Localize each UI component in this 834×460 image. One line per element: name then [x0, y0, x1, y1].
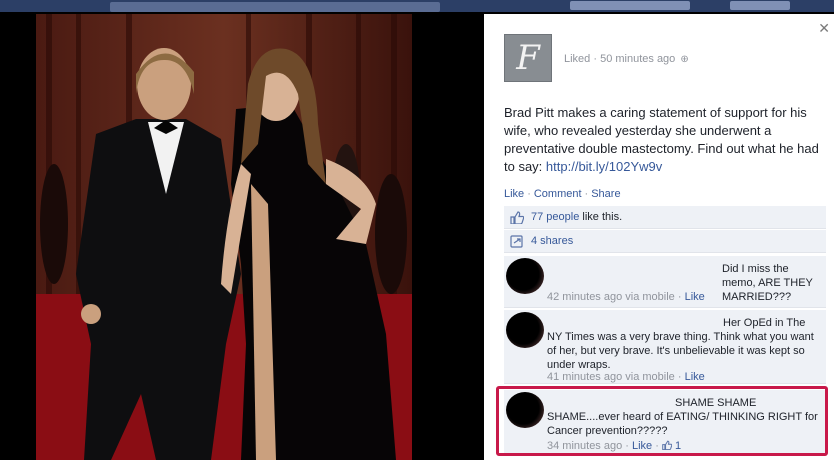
avatar[interactable]: [506, 312, 544, 348]
separator: ·: [527, 188, 531, 200]
liked-label: Liked: [564, 53, 591, 65]
shares-count-link[interactable]: 4 shares: [531, 235, 573, 247]
comment-item: Her OpEd in The NY Times was a very brav…: [504, 310, 826, 384]
likes-row: 77 people like this.: [504, 206, 826, 229]
find-friends-link[interactable]: [730, 1, 790, 10]
comment-time[interactable]: 41 minutes ago via mobile: [547, 371, 675, 383]
like-link[interactable]: Like: [504, 188, 524, 200]
avatar[interactable]: [506, 392, 544, 428]
photo-viewer: ✕ F Liked · 50 minutes ago ⊕ Brad Pitt m…: [0, 0, 834, 460]
share-icon: [510, 235, 523, 248]
comment-time[interactable]: 42 minutes ago via mobile: [547, 291, 675, 303]
shares-row: 4 shares: [504, 230, 826, 253]
comment-meta: 42 minutes ago via mobile · Like: [547, 291, 705, 303]
photo-illustration: [36, 14, 412, 460]
post-text: Brad Pitt makes a caring statement of su…: [504, 104, 830, 176]
thumbs-up-icon: [510, 211, 524, 224]
close-icon[interactable]: ✕: [818, 20, 830, 37]
page-logo-glyph: F: [516, 38, 540, 78]
status-link[interactable]: http://bit.ly/102Yw9v: [546, 159, 662, 174]
liked-status: Liked · 50 minutes ago ⊕: [564, 53, 689, 65]
page-avatar[interactable]: F: [504, 34, 552, 82]
avatar[interactable]: [506, 258, 544, 294]
comment-item: Did I miss the memo, ARE THEY MARRIED???…: [504, 256, 826, 308]
comment-time[interactable]: 34 minutes ago: [547, 440, 622, 452]
globe-icon: ⊕: [680, 54, 689, 65]
comment-like-link[interactable]: Like: [685, 291, 705, 303]
comment-meta: 34 minutes ago · Like · 1: [547, 440, 682, 452]
post-timestamp[interactable]: 50 minutes ago: [600, 53, 675, 65]
comment-meta: 41 minutes ago via mobile · Like: [547, 371, 705, 383]
comment-text: Her OpEd in The NY Times was a very brav…: [547, 317, 814, 371]
comment-like-link[interactable]: Like: [685, 371, 705, 383]
likes-count-link[interactable]: 77 people: [531, 211, 579, 223]
likes-suffix: like this.: [582, 211, 623, 223]
profile-link[interactable]: [570, 1, 690, 10]
comment-like-count[interactable]: 1: [675, 440, 681, 452]
share-link[interactable]: Share: [591, 188, 620, 200]
comment-link[interactable]: Comment: [534, 188, 582, 200]
search-input[interactable]: [110, 2, 440, 12]
post-photo[interactable]: [36, 14, 412, 460]
comment-item: SHAME SHAME SHAME....ever heard of EATIN…: [504, 390, 826, 456]
thumbs-up-icon: [662, 440, 673, 451]
separator: ·: [584, 188, 589, 200]
top-navigation-bar: [0, 0, 834, 12]
comment-like-link[interactable]: Like: [632, 440, 652, 452]
post-actions: Like · Comment · Share: [504, 188, 621, 200]
feedback-summary: 77 people like this. 4 shares: [504, 206, 826, 254]
comment-text: SHAME SHAME SHAME....ever heard of EATIN…: [547, 397, 818, 437]
